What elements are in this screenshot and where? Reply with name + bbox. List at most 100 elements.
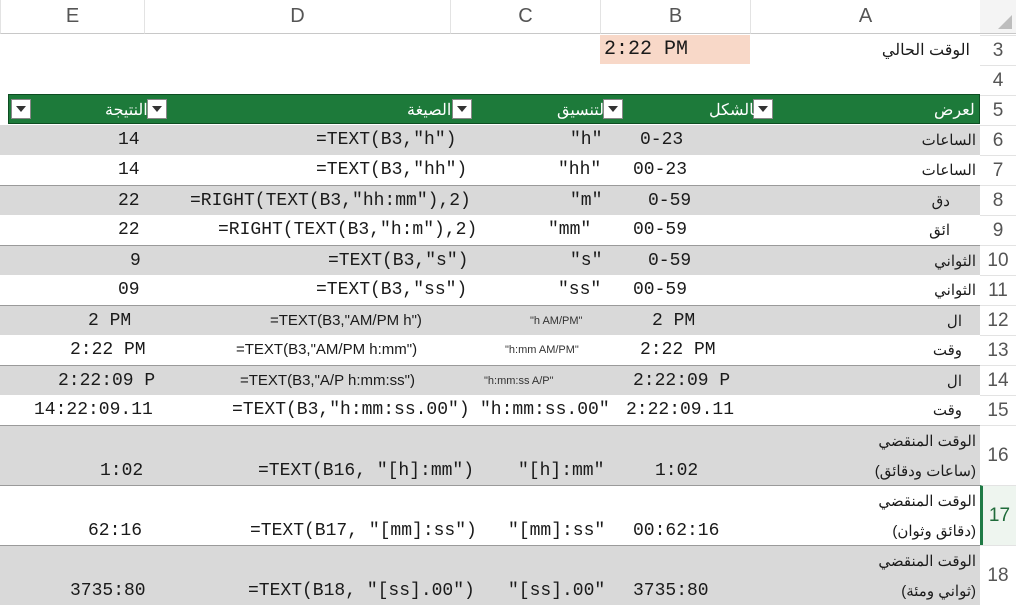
cell-shape[interactable]: 2:22 PM bbox=[640, 340, 716, 360]
column-header-d[interactable]: D bbox=[144, 0, 450, 34]
cell-formula[interactable]: =TEXT(B3,"AM/PM h:mm") bbox=[236, 341, 417, 358]
cell-display-line2[interactable]: (ثواني ومئة) bbox=[901, 582, 976, 600]
cell-result[interactable]: 9 bbox=[130, 251, 141, 271]
filter-button-e[interactable] bbox=[11, 99, 31, 119]
table-row: الوقت المنقضي (دقائق وثوان) 00:62:16 "[m… bbox=[0, 485, 980, 545]
row-header-14[interactable]: 14 bbox=[980, 365, 1016, 395]
cell-format[interactable]: "h:mm AM/PM" bbox=[505, 344, 579, 356]
row-header-10[interactable]: 10 bbox=[980, 245, 1016, 275]
cell-shape[interactable]: 00-23 bbox=[633, 160, 687, 180]
cell-display[interactable]: الساعات bbox=[922, 161, 976, 179]
cell-shape[interactable]: 1:02 bbox=[655, 461, 698, 481]
cell-format[interactable]: "h:mm:ss A/P" bbox=[484, 375, 554, 387]
cell-format[interactable]: "h:mm:ss.00" bbox=[480, 400, 610, 420]
cell-result[interactable]: 2:22:09 P bbox=[58, 371, 155, 391]
cell-shape[interactable]: 2 PM bbox=[652, 311, 695, 331]
row-header-6[interactable]: 6 bbox=[980, 125, 1016, 155]
cell-formula[interactable]: =TEXT(B3,"AM/PM h") bbox=[270, 312, 422, 329]
cell-display-line1[interactable]: الوقت المنقضي bbox=[878, 492, 976, 510]
cell-result[interactable]: 3735:80 bbox=[70, 581, 146, 601]
cell-format[interactable]: "[mm]:ss" bbox=[508, 521, 605, 541]
cell-format[interactable]: "[h]:mm" bbox=[518, 461, 604, 481]
cell-formula[interactable]: =RIGHT(TEXT(B3,"hh:mm"),2) bbox=[190, 191, 471, 211]
cell-display-line2[interactable]: (ساعات ودقائق) bbox=[875, 462, 976, 480]
current-time-cell[interactable]: 2:22 PM bbox=[600, 35, 750, 64]
cell-format[interactable]: "mm" bbox=[548, 220, 591, 240]
row-header-12[interactable]: 12 bbox=[980, 305, 1016, 335]
row-header-7[interactable]: 7 bbox=[980, 155, 1016, 185]
dropdown-arrow-icon bbox=[457, 106, 467, 112]
cell-formula[interactable]: =RIGHT(TEXT(B3,"h:m"),2) bbox=[218, 220, 477, 240]
cell-display-line2[interactable]: (دقائق وثوان) bbox=[892, 522, 976, 540]
cell-display[interactable]: ائق bbox=[929, 221, 950, 239]
row-header-17[interactable]: 17 bbox=[980, 485, 1016, 545]
row-header-11[interactable]: 11 bbox=[980, 275, 1016, 305]
cell-shape[interactable]: 00-59 bbox=[633, 280, 687, 300]
cell-result[interactable]: 1:02 bbox=[100, 461, 143, 481]
cell-shape[interactable]: 0-59 bbox=[648, 251, 691, 271]
table-row: الثواني 0-59 "s" =TEXT(B3,"s") 9 bbox=[0, 245, 980, 275]
cell-display[interactable]: وقت bbox=[933, 341, 962, 359]
cell-formula[interactable]: =TEXT(B3,"s") bbox=[328, 251, 468, 271]
row-header-4[interactable]: 4 bbox=[980, 65, 1016, 95]
cell-shape[interactable]: 0-23 bbox=[640, 130, 683, 150]
cell-display-line1[interactable]: الوقت المنقضي bbox=[878, 432, 976, 450]
row-header-8[interactable]: 8 bbox=[980, 185, 1016, 215]
cell-shape[interactable]: 0-59 bbox=[648, 191, 691, 211]
column-header-a[interactable]: A bbox=[750, 0, 980, 34]
row-header-18[interactable]: 18 bbox=[980, 545, 1016, 605]
cell-result[interactable]: 62:16 bbox=[88, 521, 142, 541]
cell-display-line1[interactable]: الوقت المنقضي bbox=[878, 552, 976, 570]
cell-shape[interactable]: 2:22:09.11 bbox=[626, 400, 734, 420]
cell-result[interactable]: 14 bbox=[118, 130, 140, 150]
cell-result[interactable]: 09 bbox=[118, 280, 140, 300]
cell-format[interactable]: "[ss].00" bbox=[508, 581, 605, 601]
cell-formula[interactable]: =TEXT(B3,"ss") bbox=[316, 280, 467, 300]
column-header-c[interactable]: C bbox=[450, 0, 600, 34]
cell-formula[interactable]: =TEXT(B17, "[mm]:ss") bbox=[250, 521, 477, 541]
cell-result[interactable]: 14 bbox=[118, 160, 140, 180]
cell-display[interactable]: الثواني bbox=[934, 252, 976, 270]
cell-formula[interactable]: =TEXT(B18, "[ss].00") bbox=[248, 581, 475, 601]
row-header-5[interactable]: 5 bbox=[980, 95, 1016, 125]
cell-result[interactable]: 14:22:09.11 bbox=[34, 400, 153, 420]
cell-result[interactable]: 22 bbox=[118, 191, 140, 211]
cell-result[interactable]: 2:22 PM bbox=[70, 340, 146, 360]
table-header-row: لعرض بالشكل التنسيق الصيغة النتيجة bbox=[8, 94, 980, 124]
cell-formula[interactable]: =TEXT(B16, "[h]:mm") bbox=[258, 461, 474, 481]
cell-format[interactable]: "h AM/PM" bbox=[530, 315, 582, 327]
cell-display[interactable]: الثواني bbox=[934, 281, 976, 299]
cell-formula[interactable]: =TEXT(B3,"h") bbox=[316, 130, 456, 150]
row-header-3[interactable]: 3 bbox=[980, 35, 1016, 65]
cell-formula[interactable]: =TEXT(B3,"A/P h:mm:ss") bbox=[240, 372, 415, 389]
cell-formula[interactable]: =TEXT(B3,"hh") bbox=[316, 160, 467, 180]
cell-shape[interactable]: 00-59 bbox=[633, 220, 687, 240]
cell-shape[interactable]: 2:22:09 P bbox=[633, 371, 730, 391]
cell-shape[interactable]: 00:62:16 bbox=[633, 521, 719, 541]
cell-display[interactable]: الساعات bbox=[922, 131, 976, 149]
column-header-e[interactable]: E bbox=[0, 0, 144, 34]
cell-result[interactable]: 22 bbox=[118, 220, 140, 240]
cell-display[interactable]: دق bbox=[932, 192, 950, 210]
column-header-b[interactable]: B bbox=[600, 0, 750, 34]
select-all-corner[interactable] bbox=[980, 0, 1016, 34]
cell-formula[interactable]: =TEXT(B3,"h:mm:ss.00") bbox=[232, 400, 470, 420]
table-row: الساعات 0-23 "h" =TEXT(B3,"h") 14 bbox=[0, 125, 980, 155]
cell-format[interactable]: "ss" bbox=[558, 280, 601, 300]
cell-format[interactable]: "h" bbox=[570, 130, 602, 150]
cell-format[interactable]: "s" bbox=[570, 251, 602, 271]
cell-display[interactable]: ال bbox=[947, 312, 962, 330]
cell-result[interactable]: 2 PM bbox=[88, 311, 131, 331]
cell-display[interactable]: وقت bbox=[933, 401, 962, 419]
row-header-13[interactable]: 13 bbox=[980, 335, 1016, 365]
table-row: الساعات 00-23 "hh" =TEXT(B3,"hh") 14 bbox=[0, 155, 980, 185]
row-header-9[interactable]: 9 bbox=[980, 215, 1016, 245]
cell-shape[interactable]: 3735:80 bbox=[633, 581, 709, 601]
cell-display[interactable]: ال bbox=[947, 372, 962, 390]
cell-format[interactable]: "hh" bbox=[558, 160, 601, 180]
filter-button-c[interactable] bbox=[452, 99, 472, 119]
row-header-16[interactable]: 16 bbox=[980, 425, 1016, 485]
row-header-15[interactable]: 15 bbox=[980, 395, 1016, 425]
filter-button-d[interactable] bbox=[147, 99, 167, 119]
cell-format[interactable]: "m" bbox=[570, 191, 602, 211]
